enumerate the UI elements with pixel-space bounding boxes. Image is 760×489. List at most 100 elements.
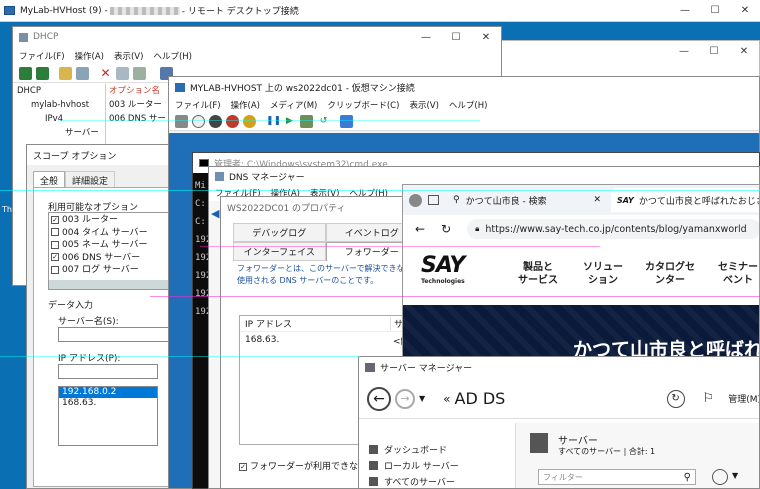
maximize-icon[interactable]: ☐ bbox=[441, 27, 471, 47]
menu-help[interactable]: ヘルプ(H) bbox=[449, 99, 488, 111]
export-icon[interactable] bbox=[133, 67, 146, 80]
site-nav-item-seminar[interactable]: セミナー ベント bbox=[718, 261, 758, 287]
tab-actions-icon[interactable] bbox=[428, 195, 439, 205]
option-item[interactable]: 005 ネーム サーバー bbox=[51, 239, 175, 252]
menu-view[interactable]: 表示(V) bbox=[114, 50, 143, 62]
pause-icon[interactable]: ❚❚ bbox=[266, 115, 281, 128]
menu-help[interactable]: ヘルプ(H) bbox=[153, 50, 192, 62]
checkpoint-icon[interactable] bbox=[300, 115, 313, 128]
site-nav-item-products[interactable]: 製品と サービス bbox=[518, 261, 558, 287]
vm-icon bbox=[175, 82, 185, 92]
checkbox[interactable] bbox=[51, 265, 59, 274]
forward-arrow-icon[interactable]: → bbox=[395, 388, 415, 409]
dropdown-chevron-icon[interactable]: ▼ bbox=[732, 471, 738, 480]
back-arrow-icon[interactable] bbox=[19, 67, 32, 80]
glitch-artifact bbox=[200, 246, 600, 247]
refresh-icon[interactable]: ↻ bbox=[441, 222, 451, 236]
browser-tab-active[interactable]: SAY かつて山市良と呼ばれたおじさ bbox=[611, 188, 759, 212]
option-item[interactable]: ✓ 006 DNS サーバー bbox=[51, 252, 175, 265]
delete-icon[interactable]: ✕ bbox=[99, 67, 112, 80]
ip-address-list[interactable]: 192.168.0.2 168.63. bbox=[58, 386, 158, 446]
close-icon[interactable]: ✕ bbox=[729, 41, 759, 61]
option-item[interactable]: 007 ログ サーバー bbox=[51, 264, 175, 277]
resume-icon[interactable]: ▶ bbox=[283, 115, 296, 128]
refresh-icon[interactable]: ↻ bbox=[666, 389, 685, 408]
column-header-ip[interactable]: IP アドレス bbox=[240, 317, 390, 330]
menu-action[interactable]: 操作(A) bbox=[75, 50, 104, 62]
option-item[interactable]: 004 タイム サーバー bbox=[51, 227, 175, 240]
history-dropdown-icon[interactable]: ▼ bbox=[419, 394, 425, 403]
say-logo[interactable]: SAY Technologies bbox=[421, 253, 471, 297]
minimize-icon[interactable]: — bbox=[670, 0, 700, 20]
back-arrow-icon[interactable]: ← bbox=[415, 222, 425, 236]
nav-item-dashboard[interactable]: ダッシュボード bbox=[369, 441, 509, 457]
close-tab-icon[interactable]: ✕ bbox=[593, 195, 605, 205]
site-nav-item-solutions[interactable]: ソリュー ション bbox=[583, 261, 623, 287]
dns-icon bbox=[215, 171, 224, 181]
list-item-selected[interactable]: 192.168.0.2 bbox=[59, 387, 157, 398]
checkbox[interactable]: ✓ bbox=[239, 462, 247, 471]
table-row[interactable]: 168.63. <解 bbox=[240, 332, 419, 348]
ctrl-alt-del-icon[interactable] bbox=[175, 115, 188, 128]
ip-address-input[interactable] bbox=[58, 364, 158, 379]
menu-clipboard[interactable]: クリップボード(C) bbox=[327, 99, 399, 111]
back-arrow-icon[interactable]: ◀ bbox=[211, 207, 219, 220]
turn-off-icon[interactable] bbox=[209, 115, 222, 128]
url-text[interactable]: https://www.say-tech.co.jp/contents/blog… bbox=[485, 224, 746, 235]
servers-panel: サーバー すべてのサーバー | 合計: 1 フィルター ⚲ ▼ bbox=[515, 423, 759, 488]
profile-icon[interactable] bbox=[409, 193, 422, 207]
save-icon[interactable] bbox=[243, 115, 256, 128]
checkbox[interactable]: ✓ bbox=[51, 215, 59, 224]
options-list: ✓ 003 ルーター 004 タイム サーバー 005 ネーム サーバー ✓ 006… bbox=[48, 212, 175, 290]
list-item[interactable]: 168.63. bbox=[59, 398, 157, 409]
tree-item-ipv4[interactable]: IPv4 bbox=[17, 112, 103, 126]
tab-interfaces[interactable]: インターフェイス bbox=[233, 242, 326, 261]
nav-item-all-servers[interactable]: すべてのサーバー bbox=[369, 473, 509, 488]
start-icon[interactable] bbox=[192, 115, 205, 128]
manage-menu[interactable]: 管理(M) bbox=[728, 392, 759, 405]
forward-arrow-icon[interactable] bbox=[36, 67, 49, 80]
server-manager-window: サーバー マネージャー ← → ▼ « AD DS ↻ ⚐ 管理(M) ダッシュ… bbox=[358, 356, 760, 489]
tree-item-dhcp[interactable]: DHCP bbox=[17, 84, 103, 98]
checkbox[interactable] bbox=[51, 228, 59, 236]
props-title: WS2022DC01 のプロパティ bbox=[227, 203, 346, 214]
maximize-icon[interactable]: ☐ bbox=[699, 41, 729, 61]
lock-icon[interactable]: 🔒︎ bbox=[475, 224, 479, 234]
site-nav-item-catalog[interactable]: カタログセ ンター bbox=[645, 261, 695, 287]
menu-view[interactable]: 表示(V) bbox=[409, 99, 438, 111]
filter-input[interactable]: フィルター ⚲ bbox=[538, 469, 696, 485]
menu-file[interactable]: ファイル(F) bbox=[175, 99, 221, 111]
revert-icon[interactable]: ↺ bbox=[317, 115, 330, 128]
close-icon[interactable]: ✕ bbox=[471, 27, 501, 47]
browser-tab[interactable]: ⚲ かつて山市良 - 検索 ✕ bbox=[445, 189, 605, 211]
menu-media[interactable]: メディア(M) bbox=[270, 99, 317, 111]
tab-debug-log[interactable]: デバッグログ bbox=[233, 223, 326, 242]
search-icon[interactable]: ⚲ bbox=[684, 472, 695, 483]
option-item[interactable]: ✓ 003 ルーター bbox=[51, 214, 175, 227]
server-name-input[interactable] bbox=[58, 327, 175, 342]
tree-item-server[interactable]: mylab-hvhost bbox=[17, 98, 103, 112]
folder-icon[interactable] bbox=[59, 67, 72, 80]
horizontal-scrollbar[interactable] bbox=[49, 280, 175, 289]
desktop-icon-label: Th bbox=[2, 205, 12, 214]
back-arrow-icon[interactable]: ← bbox=[367, 386, 391, 411]
nav-item-local-server[interactable]: ローカル サーバー bbox=[369, 457, 509, 473]
properties-icon[interactable] bbox=[76, 67, 89, 80]
refresh-icon[interactable] bbox=[116, 67, 129, 80]
tree-item-server-options[interactable]: サーバー bbox=[17, 126, 103, 140]
checkbox[interactable] bbox=[51, 240, 59, 249]
close-icon[interactable]: ✕ bbox=[730, 0, 760, 20]
site-header: SAY Technologies 製品と サービス ソリュー ション カタログセ ンタ… bbox=[403, 247, 759, 303]
enhanced-session-icon[interactable] bbox=[340, 115, 353, 128]
shutdown-icon[interactable] bbox=[226, 115, 239, 128]
minimize-icon[interactable]: — bbox=[669, 41, 699, 61]
menu-file[interactable]: ファイル(F) bbox=[19, 50, 65, 62]
notifications-flag-icon[interactable]: ⚐ bbox=[703, 391, 715, 406]
rdp-title-redacted bbox=[109, 6, 180, 15]
options-icon[interactable] bbox=[712, 469, 728, 485]
address-bar[interactable]: 🔒︎ https://www.say-tech.co.jp/contents/b… bbox=[467, 219, 759, 239]
checkbox[interactable]: ✓ bbox=[51, 253, 59, 261]
minimize-icon[interactable]: — bbox=[411, 27, 441, 47]
maximize-icon[interactable]: ☐ bbox=[700, 0, 730, 20]
menu-action[interactable]: 操作(A) bbox=[231, 99, 260, 111]
